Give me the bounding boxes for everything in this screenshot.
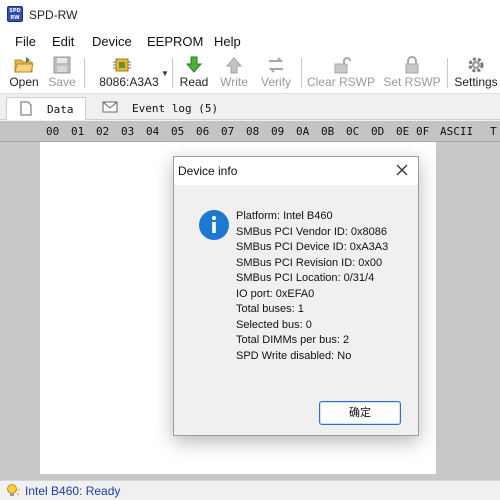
clear-rswp-label: Clear RSWP [306,75,375,89]
settings-label: Settings [454,75,498,89]
tab-data-label: Data [47,103,74,116]
menu-file[interactable]: File [15,34,36,49]
hex-col: 09 [271,125,285,138]
hex-col-t: T [490,125,497,138]
hex-col: 0F [416,125,430,138]
envelope-icon [102,101,118,113]
status-text: Intel B460: Ready [25,484,121,498]
ok-button[interactable]: 确定 [319,401,401,425]
toolbar-separator [84,58,85,88]
hex-col: 0A [296,125,310,138]
tab-event-log[interactable]: Event log (5) [92,97,222,120]
info-revision-id: SMBus PCI Revision ID: 0x00 [236,256,383,269]
read-arrow-icon [185,56,203,73]
set-rswp-button[interactable]: Set RSWP [382,54,442,92]
write-arrow-icon [225,57,243,74]
hex-col: 01 [71,125,85,138]
info-io-port: IO port: 0xEFA0 [236,287,315,300]
unlock-icon [334,57,351,74]
gear-icon [468,57,484,73]
info-vendor-id: SMBus PCI Vendor ID: 0x8086 [236,225,388,238]
menu-edit[interactable]: Edit [52,34,74,49]
info-icon [199,210,229,240]
hex-col: 0D [371,125,385,138]
open-button[interactable]: Open [6,54,42,92]
verify-label: Verify [260,75,291,89]
hex-col: 03 [121,125,135,138]
device-combo-value: 8086:A3A3 [99,75,159,89]
menu-bar: File Edit Device EEPROM Help [0,30,500,52]
lock-icon [405,56,419,74]
dialog-body: Platform: Intel B460 SMBus PCI Vendor ID… [174,185,418,435]
save-label: Save [48,75,76,89]
toolbar: Open Save 8086:A3A3 ▼ Read Write Verify … [0,52,500,94]
folder-open-icon [14,57,34,73]
settings-button[interactable]: Settings [453,54,499,92]
menu-device[interactable]: Device [92,34,132,49]
device-info-dialog: Device info Platform: Intel B460 SMBus P… [173,156,419,436]
hex-col: 06 [196,125,210,138]
clear-rswp-button[interactable]: Clear RSWP [306,54,376,92]
hex-col: 05 [171,125,185,138]
info-device-id: SMBus PCI Device ID: 0xA3A3 [236,241,389,253]
tab-event-log-label: Event log (5) [132,102,219,115]
toolbar-separator [301,58,302,88]
hex-col: 02 [96,125,110,138]
device-combo[interactable]: 8086:A3A3 [90,54,168,92]
status-bar: Intel B460: Ready [0,480,500,500]
title-bar: SPD RW SPD-RW [0,0,500,30]
page-icon [20,101,32,116]
open-label: Open [9,75,39,89]
hex-col: 00 [46,125,60,138]
info-spd-write: SPD Write disabled: No [236,349,352,362]
save-button[interactable]: Save [46,54,78,92]
info-location: SMBus PCI Location: 0/31/4 [236,272,375,284]
write-label: Write [220,75,248,89]
info-platform: Platform: Intel B460 [236,210,333,222]
hex-col-ascii: ASCII [440,125,474,138]
hex-col: 0B [321,125,335,138]
chevron-down-icon[interactable]: ▼ [161,69,169,78]
window-title: SPD-RW [29,8,78,22]
toolbar-separator [172,58,173,88]
read-button[interactable]: Read [178,54,210,92]
save-icon [53,56,71,74]
document-tabs: Data Event log (5) [0,95,500,120]
hex-col: 0C [346,125,360,138]
menu-eeprom[interactable]: EEPROM [147,34,203,49]
tab-data[interactable]: Data [6,97,86,120]
chip-icon [113,58,131,72]
hex-column-header: 00 01 02 03 04 05 06 07 08 09 0A 0B 0C 0… [0,121,500,142]
menu-help[interactable]: Help [214,34,241,49]
verify-arrows-icon [268,57,284,73]
hex-col: 08 [246,125,260,138]
app-icon: SPD RW [7,6,23,22]
write-button[interactable]: Write [217,54,251,92]
hex-col: 04 [146,125,160,138]
verify-button[interactable]: Verify [257,54,295,92]
info-selected-bus: Selected bus: 0 [236,318,312,331]
lightbulb-icon [7,484,20,496]
close-icon[interactable] [394,162,410,178]
info-total-buses: Total buses: 1 [236,303,304,315]
dialog-title: Device info [178,164,238,178]
dialog-title-bar: Device info [174,157,418,185]
hex-col: 07 [221,125,235,138]
toolbar-separator [447,58,448,88]
set-rswp-label: Set RSWP [383,75,441,89]
device-info-list: Platform: Intel B460 SMBus PCI Vendor ID… [236,209,388,364]
hex-col: 0E [396,125,410,138]
info-total-dimms: Total DIMMs per bus: 2 [236,334,350,346]
read-label: Read [179,75,209,89]
